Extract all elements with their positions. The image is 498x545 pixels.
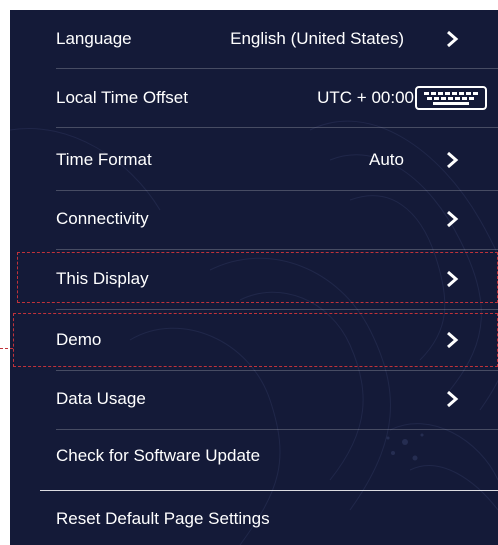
- chevron-right-icon[interactable]: [442, 269, 462, 289]
- settings-item-label: Language: [56, 29, 132, 48]
- settings-item-check-for-software-update[interactable]: Check for Software Update: [10, 427, 498, 485]
- settings-item-value: English (United States): [230, 29, 404, 48]
- settings-item-this-display[interactable]: This Display: [10, 250, 498, 308]
- settings-item-local-time-offset[interactable]: Local Time Offset UTC + 00:00: [10, 69, 498, 127]
- settings-item-language[interactable]: Language English (United States): [10, 10, 498, 68]
- settings-item-label: Check for Software Update: [56, 446, 261, 465]
- divider: [56, 309, 498, 310]
- chevron-right-icon[interactable]: [442, 150, 462, 170]
- settings-item-label: Time Format: [56, 150, 152, 169]
- settings-item-label: Reset Default Page Settings: [56, 509, 270, 528]
- settings-item-demo[interactable]: Demo: [10, 311, 498, 369]
- divider: [56, 127, 498, 128]
- settings-item-label: Connectivity: [56, 209, 149, 228]
- chevron-right-icon[interactable]: [442, 209, 462, 229]
- settings-item-value: Auto: [369, 150, 404, 169]
- settings-item-connectivity[interactable]: Connectivity: [10, 190, 498, 248]
- settings-item-time-format[interactable]: Time Format Auto: [10, 131, 498, 189]
- settings-item-reset-default-page-settings[interactable]: Reset Default Page Settings: [10, 490, 498, 545]
- settings-item-label: Local Time Offset: [56, 88, 188, 107]
- keyboard-icon[interactable]: [415, 86, 487, 110]
- settings-item-data-usage[interactable]: Data Usage: [10, 370, 498, 428]
- settings-item-label: This Display: [56, 269, 149, 288]
- highlight-leader-line: [0, 348, 13, 349]
- chevron-right-icon[interactable]: [442, 330, 462, 350]
- chevron-right-icon[interactable]: [442, 389, 462, 409]
- chevron-right-icon[interactable]: [442, 29, 462, 49]
- settings-item-label: Data Usage: [56, 389, 146, 408]
- settings-panel: Language English (United States) Local T…: [10, 10, 498, 545]
- settings-item-value: UTC + 00:00: [317, 88, 414, 107]
- settings-item-label: Demo: [56, 330, 102, 349]
